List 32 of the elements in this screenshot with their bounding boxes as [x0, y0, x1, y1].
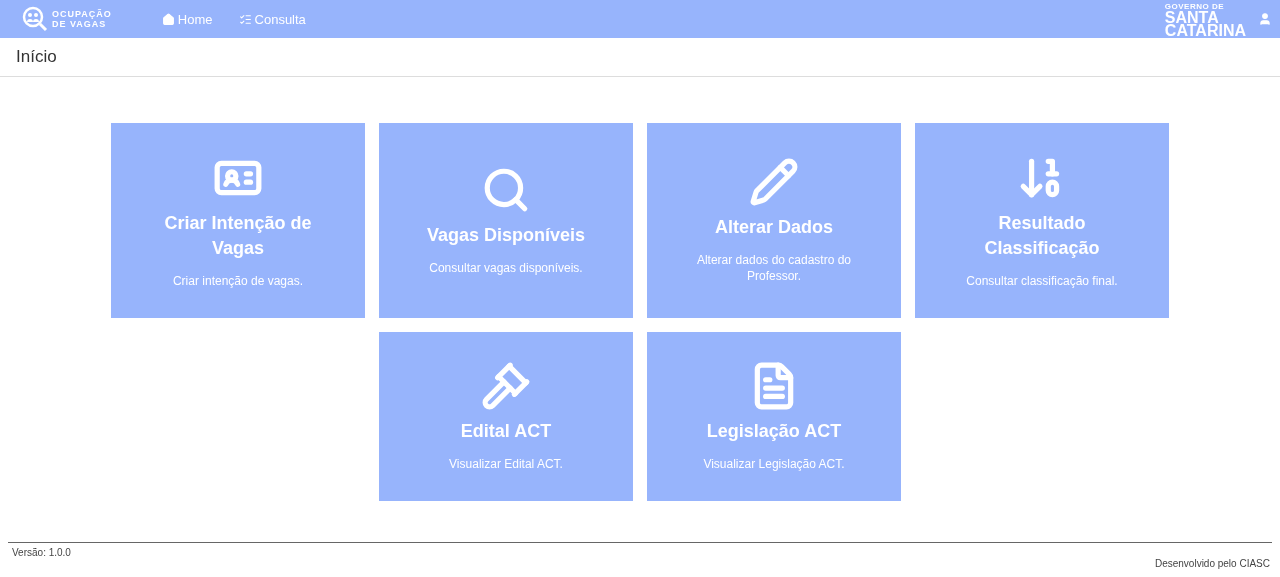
card-title: Criar Intenção de Vagas: [163, 211, 313, 260]
people-search-icon: [22, 6, 48, 32]
card-description: Criar intenção de vagas.: [172, 272, 304, 289]
card-description: Consultar vagas disponíveis.: [429, 260, 583, 276]
page-title: Início: [0, 38, 1280, 77]
gavel-icon: [481, 361, 531, 411]
card-description: Alterar dados do cadastro do Professor.: [695, 252, 853, 284]
card-title: Vagas Disponíveis: [426, 224, 586, 247]
card-description: Consultar classificação final.: [966, 272, 1118, 289]
government-logo: GOVERNO DE SANTA CATARINA: [1164, 1, 1246, 37]
pencil-icon: [749, 157, 799, 207]
card-title: Edital ACT: [460, 420, 552, 443]
menu-card[interactable]: Vagas Disponíveis Consultar vagas disponíveis.: [379, 123, 633, 318]
nav-link[interactable]: Consulta: [238, 11, 306, 27]
home-icon: [161, 12, 175, 26]
nav-link[interactable]: Home: [161, 11, 213, 27]
menu-card[interactable]: Criar Intenção de Vagas Criar intenção de vagas.: [111, 123, 365, 318]
menu-card[interactable]: Alterar Dados Alterar dados do cadastro do Professor.: [647, 123, 901, 318]
menu-card[interactable]: Edital ACT Visualizar Edital ACT.: [379, 332, 633, 501]
logo-text: DE VAGAS: [52, 19, 108, 29]
version-text: Versão: 1.0.0: [12, 546, 71, 560]
logo-text: OCUPAÇÃO: [52, 9, 112, 19]
credit-text: Desenvolvido pelo CIASC: [1154, 558, 1270, 571]
card-title: Legislação ACT: [706, 420, 842, 443]
menu-card[interactable]: Legislação ACT Visualizar Legislação ACT.: [647, 332, 901, 501]
menu-card[interactable]: Resultado Classificação Consultar classificação final.: [915, 123, 1169, 318]
card-description: Visualizar Edital ACT.: [449, 456, 563, 472]
card-description: Visualizar Legislação ACT.: [703, 456, 845, 472]
user-icon[interactable]: [1258, 12, 1272, 26]
card-title: Alterar Dados: [714, 216, 833, 239]
card-title: Resultado Classificação: [983, 211, 1101, 260]
list-icon: [238, 12, 252, 26]
